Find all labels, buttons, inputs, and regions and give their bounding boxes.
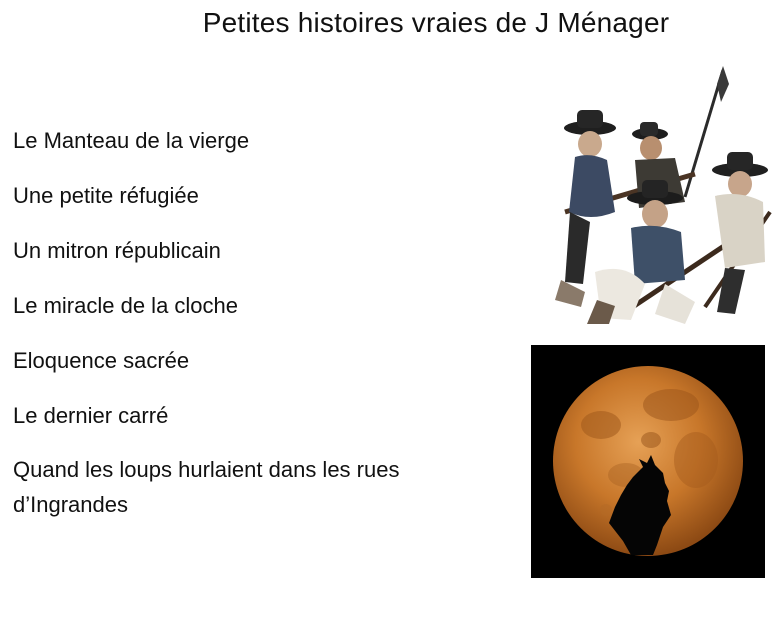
story-link-miracle-cloche[interactable]: Le miracle de la cloche bbox=[13, 292, 483, 320]
page-title: Petites histoires vraies de J Ménager bbox=[202, 7, 670, 38]
wolf-moon-illustration bbox=[531, 345, 765, 578]
story-link-loups-ingrandes[interactable]: Quand les loups hurlaient dans les rues … bbox=[13, 452, 483, 522]
story-link-petite-refugiee[interactable]: Une petite réfugiée bbox=[13, 182, 483, 210]
story-list: Le Manteau de la vierge Une petite réfug… bbox=[13, 127, 483, 549]
story-link-mitron-republicain[interactable]: Un mitron républicain bbox=[13, 237, 483, 265]
story-link-manteau-vierge[interactable]: Le Manteau de la vierge bbox=[13, 127, 483, 155]
soldiers-illustration bbox=[555, 66, 772, 324]
story-link-dernier-carre[interactable]: Le dernier carré bbox=[13, 402, 483, 430]
story-link-eloquence-sacree[interactable]: Eloquence sacrée bbox=[13, 347, 483, 375]
